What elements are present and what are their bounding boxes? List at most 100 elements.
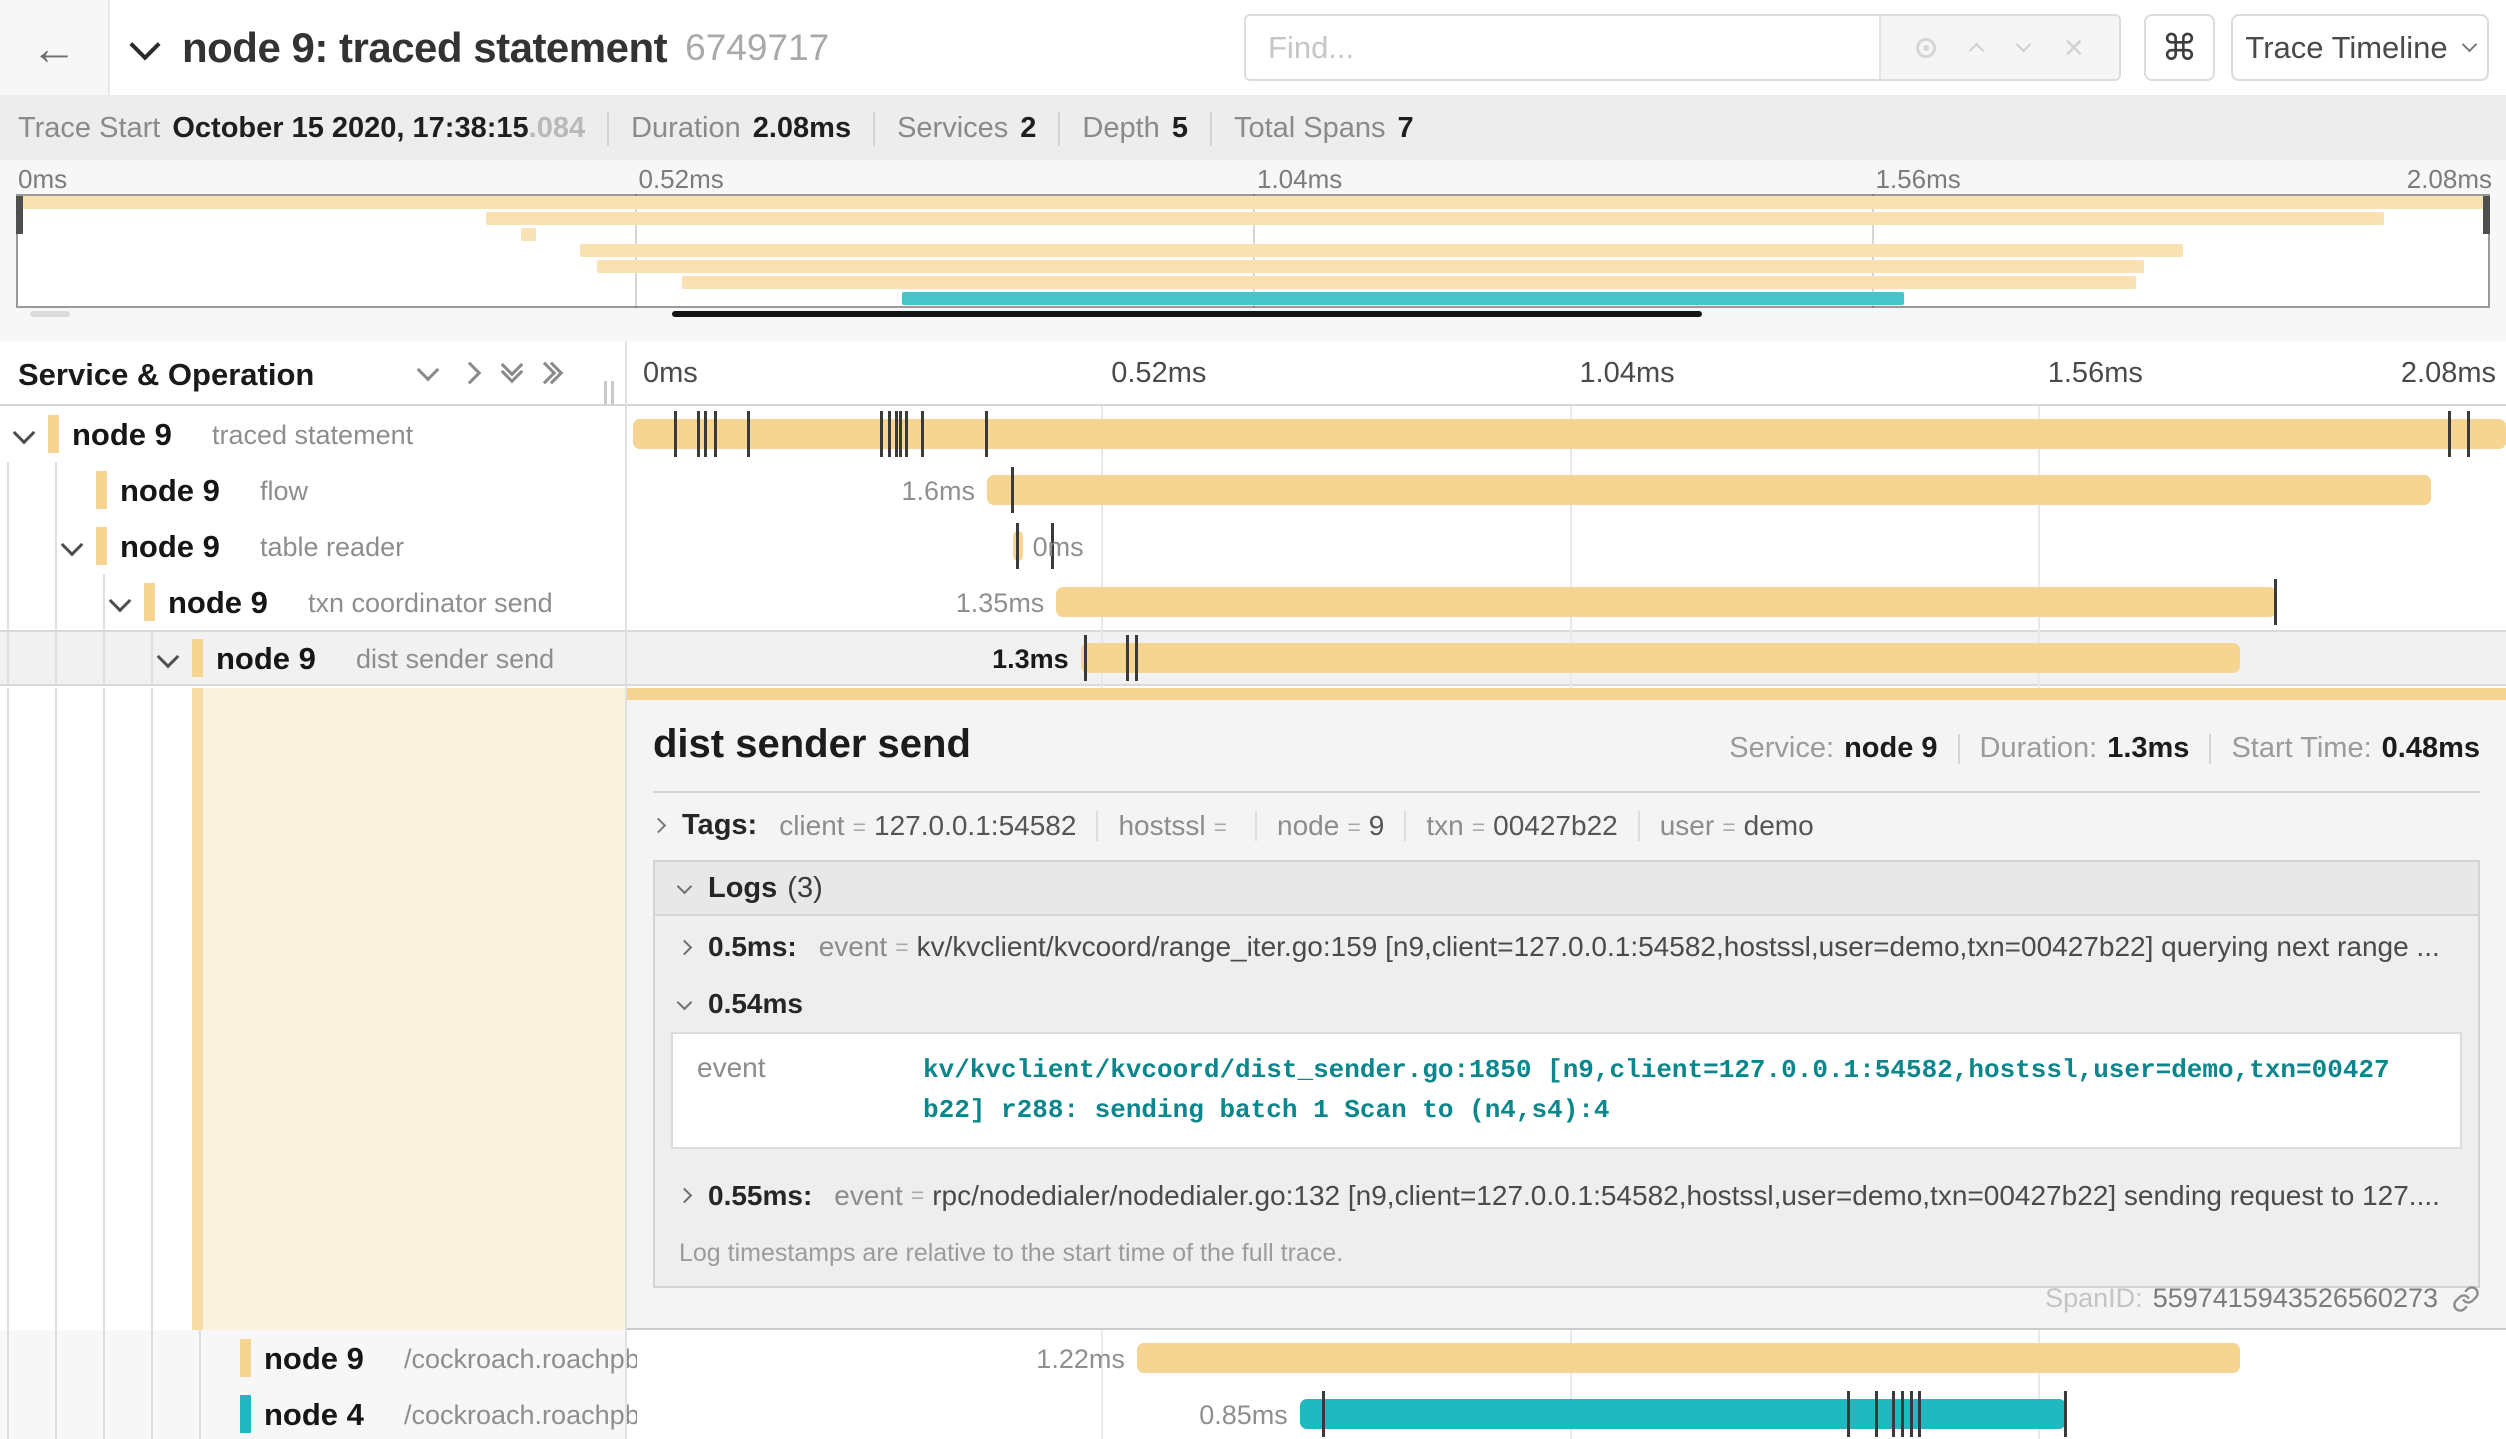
- chevron-down-icon: [677, 878, 693, 894]
- service-name[interactable]: node 9: [168, 585, 268, 621]
- equals-sign: =: [1472, 814, 1485, 841]
- indent-guide: [55, 462, 57, 518]
- service-color-bar: [240, 1395, 251, 1433]
- log-marker-tick: [2274, 579, 2277, 625]
- service-name[interactable]: node 9: [120, 529, 220, 565]
- operation-name[interactable]: table reader: [260, 532, 404, 563]
- collapse-one-icon[interactable]: [417, 359, 440, 382]
- tag-key: client: [779, 810, 844, 842]
- log-marker-tick: [1135, 635, 1138, 681]
- selected-span-highlight: [203, 688, 625, 1330]
- detail-divider: [653, 791, 2480, 793]
- span-id-label: SpanID:: [2045, 1283, 2143, 1314]
- expand-one-icon[interactable]: [459, 362, 482, 385]
- back-arrow-icon: ←: [31, 25, 77, 71]
- indent-guide: [103, 630, 105, 686]
- tags-row[interactable]: Tags: client=127.0.0.1:54582hostssl=node…: [653, 809, 2480, 842]
- log-field-value: rpc/nodedialer/nodedialer.go:132 [n9,cli…: [932, 1180, 2440, 1212]
- span-duration-label: 0.85ms: [1199, 1400, 1288, 1431]
- summary-item-value: 2.08ms: [753, 112, 851, 145]
- meta-value: node 9: [1844, 732, 1937, 765]
- tag-item: client=127.0.0.1:54582: [779, 810, 1076, 842]
- service-name[interactable]: node 9: [120, 473, 220, 509]
- column-resize-handle[interactable]: [604, 381, 614, 405]
- operation-name[interactable]: /cockroach.roachpb.I...: [404, 1400, 637, 1431]
- service-name[interactable]: node 9: [264, 1341, 364, 1377]
- summary-item-value: 5: [1172, 112, 1188, 145]
- indent-guide: [55, 1330, 57, 1386]
- view-selector-button[interactable]: Trace Timeline: [2231, 14, 2489, 81]
- log-entry-expanded-header[interactable]: 0.54ms: [655, 978, 2478, 1030]
- log-field-value: kv/kvclient/kvcoord/range_iter.go:159 [n…: [917, 931, 2440, 963]
- title-area: node 9: traced statement 6749717: [134, 0, 829, 95]
- log-field-key: event: [673, 1034, 923, 1147]
- log-entry[interactable]: 0.55ms:event=rpc/nodedialer/nodedialer.g…: [655, 1165, 2478, 1227]
- span-bar[interactable]: [1137, 1343, 2240, 1373]
- summary-separator: [1058, 112, 1060, 146]
- log-timestamp: 0.55ms:: [708, 1180, 812, 1212]
- operation-name[interactable]: dist sender send: [356, 644, 554, 675]
- summary-item-suffix: .084: [529, 112, 585, 145]
- chevron-down-icon: [2461, 37, 2477, 53]
- summary-item-label: Trace Start: [18, 112, 160, 145]
- horizontal-scrollbar[interactable]: [672, 311, 1702, 317]
- collapse-chevron-icon[interactable]: [129, 29, 160, 60]
- equals-sign: =: [1347, 814, 1360, 841]
- next-result-icon[interactable]: [2015, 37, 2031, 53]
- log-marker-tick: [1892, 1391, 1895, 1437]
- collapse-all-icon[interactable]: [504, 366, 520, 380]
- locate-icon[interactable]: [1916, 38, 1936, 58]
- operation-name[interactable]: traced statement: [212, 420, 413, 451]
- prev-result-icon[interactable]: [1969, 43, 1985, 59]
- span-duration-label: 0ms: [1033, 532, 1084, 563]
- meta-label: Start Time:: [2231, 732, 2371, 765]
- keyboard-shortcuts-button[interactable]: ⌘: [2144, 14, 2215, 81]
- minimap-right-handle[interactable]: [2483, 196, 2490, 234]
- tag-key: hostssl: [1118, 810, 1205, 842]
- trace-summary: Trace StartOctober 15 2020, 17:38:15.084…: [0, 97, 2506, 160]
- column-divider[interactable]: [625, 341, 627, 1439]
- span-duration-label: 1.22ms: [1036, 1344, 1125, 1375]
- span-bar[interactable]: [633, 419, 2506, 449]
- summary-item: Services2: [897, 112, 1036, 145]
- find-input[interactable]: [1246, 16, 1879, 79]
- summary-separator: [873, 112, 875, 146]
- tag-separator: [1096, 811, 1098, 841]
- indent-guide: [151, 688, 153, 1330]
- span-detail-panel: dist sender send Service:node 9Duration:…: [627, 688, 2506, 1330]
- operation-name[interactable]: flow: [260, 476, 308, 507]
- tag-separator: [1638, 811, 1640, 841]
- service-name[interactable]: node 9: [72, 417, 172, 453]
- logs-count: (3): [787, 872, 822, 905]
- span-duration-label: 1.35ms: [956, 588, 1045, 619]
- service-name[interactable]: node 9: [216, 641, 316, 677]
- span-bar[interactable]: [1081, 643, 2240, 673]
- find-controls: ×: [1879, 16, 2119, 79]
- expand-all-icon[interactable]: [546, 365, 560, 381]
- log-marker-tick: [1084, 635, 1087, 681]
- service-color-bar: [240, 1339, 251, 1377]
- chevron-right-icon: [651, 818, 667, 834]
- span-bar[interactable]: [1300, 1399, 2066, 1429]
- chevron-down-icon: [677, 994, 693, 1010]
- service-color-bar: [144, 583, 155, 621]
- span-bar[interactable]: [1056, 587, 2275, 617]
- tag-item: hostssl=: [1118, 810, 1235, 842]
- span-bar[interactable]: [987, 475, 2431, 505]
- minimap-left-handle[interactable]: [16, 196, 23, 234]
- back-button[interactable]: ←: [0, 0, 110, 95]
- operation-name[interactable]: txn coordinator send: [308, 588, 553, 619]
- logs-section: Logs (3) 0.5ms:event=kv/kvclient/kvcoord…: [653, 860, 2480, 1288]
- span-duration-label: 1.6ms: [901, 476, 975, 507]
- service-operation-header: Service & Operation: [18, 357, 314, 393]
- operation-name[interactable]: /cockroach.roachpb.I...: [404, 1344, 637, 1375]
- logs-header[interactable]: Logs (3): [655, 862, 2478, 916]
- link-icon[interactable]: [2452, 1285, 2480, 1313]
- trace-title: node 9: traced statement: [182, 24, 667, 72]
- selected-span-stripe: [192, 688, 203, 1330]
- clear-search-icon[interactable]: ×: [2064, 31, 2084, 65]
- indent-guide: [55, 688, 57, 1330]
- service-name[interactable]: node 4: [264, 1397, 364, 1433]
- meta-label: Service:: [1729, 732, 1834, 765]
- log-entry[interactable]: 0.5ms:event=kv/kvclient/kvcoord/range_it…: [655, 916, 2478, 978]
